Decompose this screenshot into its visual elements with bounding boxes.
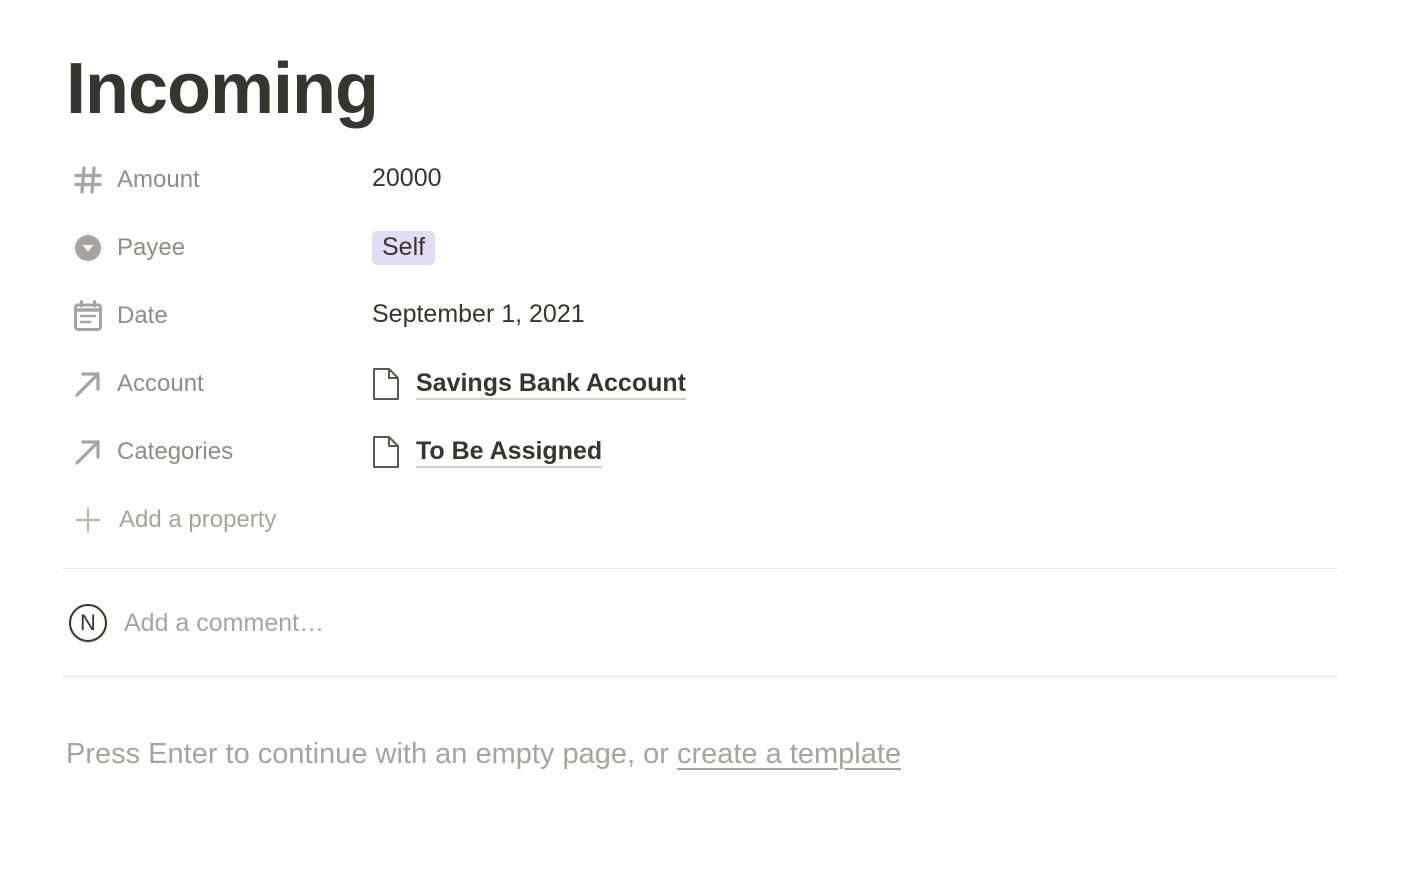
hash-icon <box>62 146 114 214</box>
property-value-categories[interactable]: To Be Assigned <box>372 418 603 486</box>
relation-arrow-icon <box>62 350 114 418</box>
property-value-date[interactable]: September 1, 2021 <box>372 282 585 350</box>
avatar: N <box>69 604 107 642</box>
select-icon <box>62 214 114 282</box>
create-template-link[interactable]: create a template <box>677 738 901 770</box>
property-row-date[interactable]: Date September 1, 2021 <box>62 282 1338 350</box>
relation-link-savings-bank-account[interactable]: Savings Bank Account <box>416 369 686 400</box>
property-label: Amount <box>117 166 200 193</box>
property-row-amount[interactable]: Amount 20000 <box>62 146 1338 214</box>
empty-page-hint: Press Enter to continue with an empty pa… <box>66 738 901 771</box>
page-icon <box>372 366 404 402</box>
page: Incoming Amount 20000 Payee Self Date Se… <box>0 0 1406 892</box>
comment-row: N <box>62 570 1338 676</box>
property-name-categories[interactable]: Categories <box>62 418 362 486</box>
property-name-date[interactable]: Date <box>62 282 362 350</box>
property-row-account[interactable]: Account Savings Bank Account <box>62 350 1338 418</box>
property-label: Categories <box>117 438 234 465</box>
page-icon <box>372 434 404 470</box>
relation-arrow-icon <box>62 418 114 486</box>
add-property[interactable]: Add a property <box>62 486 362 554</box>
property-label: Account <box>117 370 204 397</box>
property-value-payee[interactable]: Self <box>372 214 436 282</box>
property-value-amount[interactable]: 20000 <box>372 146 442 214</box>
properties-list: Amount 20000 Payee Self Date September 1… <box>62 146 1338 554</box>
add-property-button[interactable]: Add a property <box>62 486 1338 554</box>
relation-link-to-be-assigned[interactable]: To Be Assigned <box>416 437 603 468</box>
divider <box>62 568 1338 569</box>
select-tag: Self <box>372 231 436 265</box>
calendar-icon <box>62 282 114 350</box>
property-label: Date <box>117 302 168 329</box>
comment-input[interactable] <box>124 608 1024 638</box>
property-label: Payee <box>117 234 186 261</box>
empty-page-hint-text: Press Enter to continue with an empty pa… <box>66 738 677 770</box>
property-row-categories[interactable]: Categories To Be Assigned <box>62 418 1338 486</box>
property-name-amount[interactable]: Amount <box>62 146 362 214</box>
property-value-account[interactable]: Savings Bank Account <box>372 350 686 418</box>
plus-icon <box>62 486 114 554</box>
property-name-account[interactable]: Account <box>62 350 362 418</box>
divider <box>62 676 1338 677</box>
property-name-payee[interactable]: Payee <box>62 214 362 282</box>
property-row-payee[interactable]: Payee Self <box>62 214 1338 282</box>
add-property-label: Add a property <box>119 506 277 533</box>
page-title[interactable]: Incoming <box>66 46 379 132</box>
